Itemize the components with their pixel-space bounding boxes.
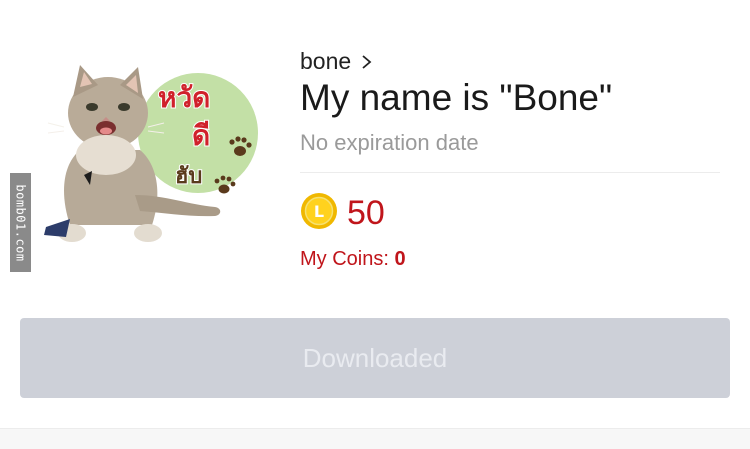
coin-balance: My Coins: 0 bbox=[300, 248, 406, 271]
sticker-text-3: ฮับ bbox=[175, 164, 202, 189]
coin-balance-value: 0 bbox=[394, 248, 406, 270]
watermark-text: bomb01.com bbox=[13, 183, 28, 262]
bottom-bar bbox=[0, 428, 750, 449]
expiry-text: No expiration date bbox=[300, 130, 479, 155]
sticker-thumbnail[interactable]: หวัด ดี ฮับ bbox=[40, 55, 265, 250]
divider bbox=[300, 172, 720, 173]
watermark: bomb01.com bbox=[10, 173, 31, 272]
chevron-right-icon bbox=[362, 54, 372, 69]
line-coin-icon: L bbox=[301, 193, 337, 229]
sticker-text-2: ดี bbox=[192, 119, 210, 152]
coin-letter: L bbox=[314, 202, 324, 221]
price-amount: 50 bbox=[347, 194, 385, 232]
author-link[interactable]: bone bbox=[300, 48, 373, 75]
author-name: bone bbox=[300, 48, 352, 74]
sticker-text-1: หวัด bbox=[158, 81, 210, 114]
coin-balance-label: My Coins: bbox=[300, 248, 389, 270]
product-title: My name is "Bone" bbox=[300, 77, 613, 118]
download-button[interactable]: Downloaded bbox=[20, 318, 730, 398]
